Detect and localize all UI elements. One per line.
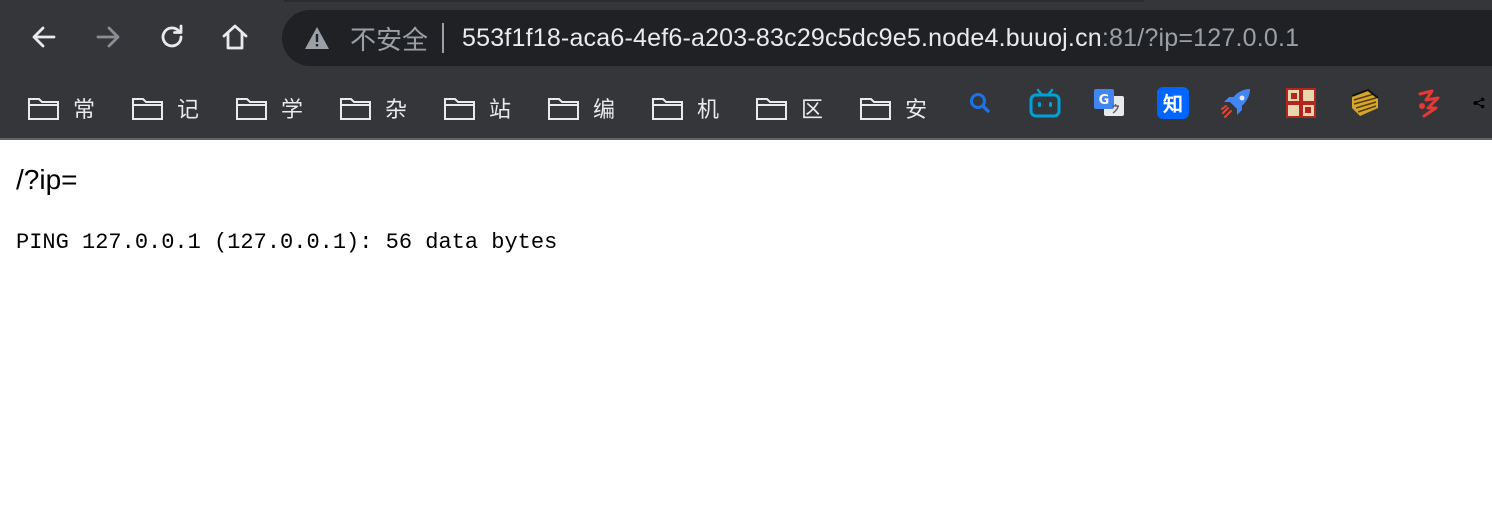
folder-icon xyxy=(548,98,579,120)
warning-triangle-icon[interactable] xyxy=(304,25,330,51)
folder-icon xyxy=(132,98,163,120)
not-secure-label[interactable]: 不安全 xyxy=(350,20,428,57)
ping-output: PING 127.0.0.1 (127.0.0.1): 56 data byte… xyxy=(16,230,558,255)
shield-crest-icon xyxy=(1286,88,1316,118)
bookmark-search[interactable] xyxy=(963,86,997,120)
bookmark-folder-label: 杂 xyxy=(385,98,408,123)
folder-icon xyxy=(340,98,371,120)
bookmark-folder-5[interactable]: 站 xyxy=(443,88,511,128)
home-icon xyxy=(222,24,248,50)
bookmark-folder-9[interactable]: 安 xyxy=(859,88,927,128)
bookmark-folder-label: 编 xyxy=(593,98,616,123)
bilibili-icon xyxy=(1029,88,1061,118)
rocket-icon xyxy=(1221,89,1250,118)
bookmark-folder-label: 安 xyxy=(905,98,928,123)
folder-icon xyxy=(444,98,475,120)
bookmark-folder-label: 常 xyxy=(73,98,96,123)
bookmark-google-translate[interactable]: G xyxy=(1092,86,1126,120)
ship-icon xyxy=(1351,88,1379,116)
forward-arrow-icon xyxy=(96,26,120,48)
bookmark-crest[interactable] xyxy=(1284,86,1318,120)
bookmark-folder-6[interactable]: 编 xyxy=(547,88,615,128)
bookmark-bilibili[interactable] xyxy=(1028,86,1062,120)
url-text[interactable]: 553f1f18-aca6-4ef6-a203-83c29c5dc9e5.nod… xyxy=(462,24,1299,53)
bookmark-folder-4[interactable]: 杂 xyxy=(339,88,407,128)
folder-icon xyxy=(236,98,267,120)
bookmark-folder-1[interactable]: 常 xyxy=(27,88,95,128)
bookmark-folder-8[interactable]: 区 xyxy=(755,88,823,128)
bookmark-share[interactable] xyxy=(1472,86,1492,120)
zhihu-icon: 知 xyxy=(1157,87,1189,119)
reload-icon xyxy=(161,24,183,48)
browser-toolbar: 不安全 553f1f18-aca6-4ef6-a203-83c29c5dc9e5… xyxy=(0,0,1492,78)
page-content: /?ip= PING 127.0.0.1 (127.0.0.1): 56 dat… xyxy=(16,160,1476,255)
bookmark-folder-2[interactable]: 记 xyxy=(131,88,199,128)
bookmark-folder-label: 记 xyxy=(177,98,200,123)
home-button[interactable] xyxy=(215,17,255,57)
back-button[interactable] xyxy=(24,17,64,57)
page-heading: /?ip= xyxy=(16,164,78,195)
bookmark-rocket[interactable] xyxy=(1220,86,1254,120)
bookmark-ship[interactable] xyxy=(1348,86,1382,120)
forward-button[interactable] xyxy=(88,17,128,57)
bookmark-folder-7[interactable]: 机 xyxy=(651,88,719,128)
google-translate-icon: G xyxy=(1094,89,1124,116)
bookmark-folder-label: 区 xyxy=(801,98,824,123)
back-arrow-icon xyxy=(32,26,56,48)
folder-icon xyxy=(28,98,59,120)
folder-icon xyxy=(756,98,787,120)
bookmarks-bar: 常 记 学 杂 站 编 机 区 安 xyxy=(0,78,1492,138)
bookmark-folder-3[interactable]: 学 xyxy=(235,88,303,128)
bookmark-folder-label: 学 xyxy=(281,98,304,123)
bookmark-folder-label: 站 xyxy=(489,98,512,123)
address-bar[interactable]: 不安全 553f1f18-aca6-4ef6-a203-83c29c5dc9e5… xyxy=(282,10,1492,66)
folder-icon xyxy=(860,98,891,120)
svg-text:G: G xyxy=(1099,93,1110,108)
zhihu-glyph: 知 xyxy=(1163,92,1183,116)
toolbar-divider xyxy=(0,138,1492,140)
search-icon xyxy=(970,93,990,113)
reload-button[interactable] xyxy=(152,17,192,57)
folder-icon xyxy=(652,98,683,120)
url-host: 553f1f18-aca6-4ef6-a203-83c29c5dc9e5.nod… xyxy=(462,23,1102,52)
share-icon xyxy=(1473,97,1485,109)
bookmark-red[interactable] xyxy=(1412,86,1446,120)
tab-strip-edge xyxy=(284,0,1144,2)
bookmark-folder-label: 机 xyxy=(697,98,720,123)
bookmark-zhihu[interactable]: 知 xyxy=(1156,86,1190,120)
red-glyph-icon xyxy=(1418,89,1440,118)
url-path: :81/?ip=127.0.0.1 xyxy=(1101,23,1300,52)
omnibox-separator xyxy=(442,23,445,53)
